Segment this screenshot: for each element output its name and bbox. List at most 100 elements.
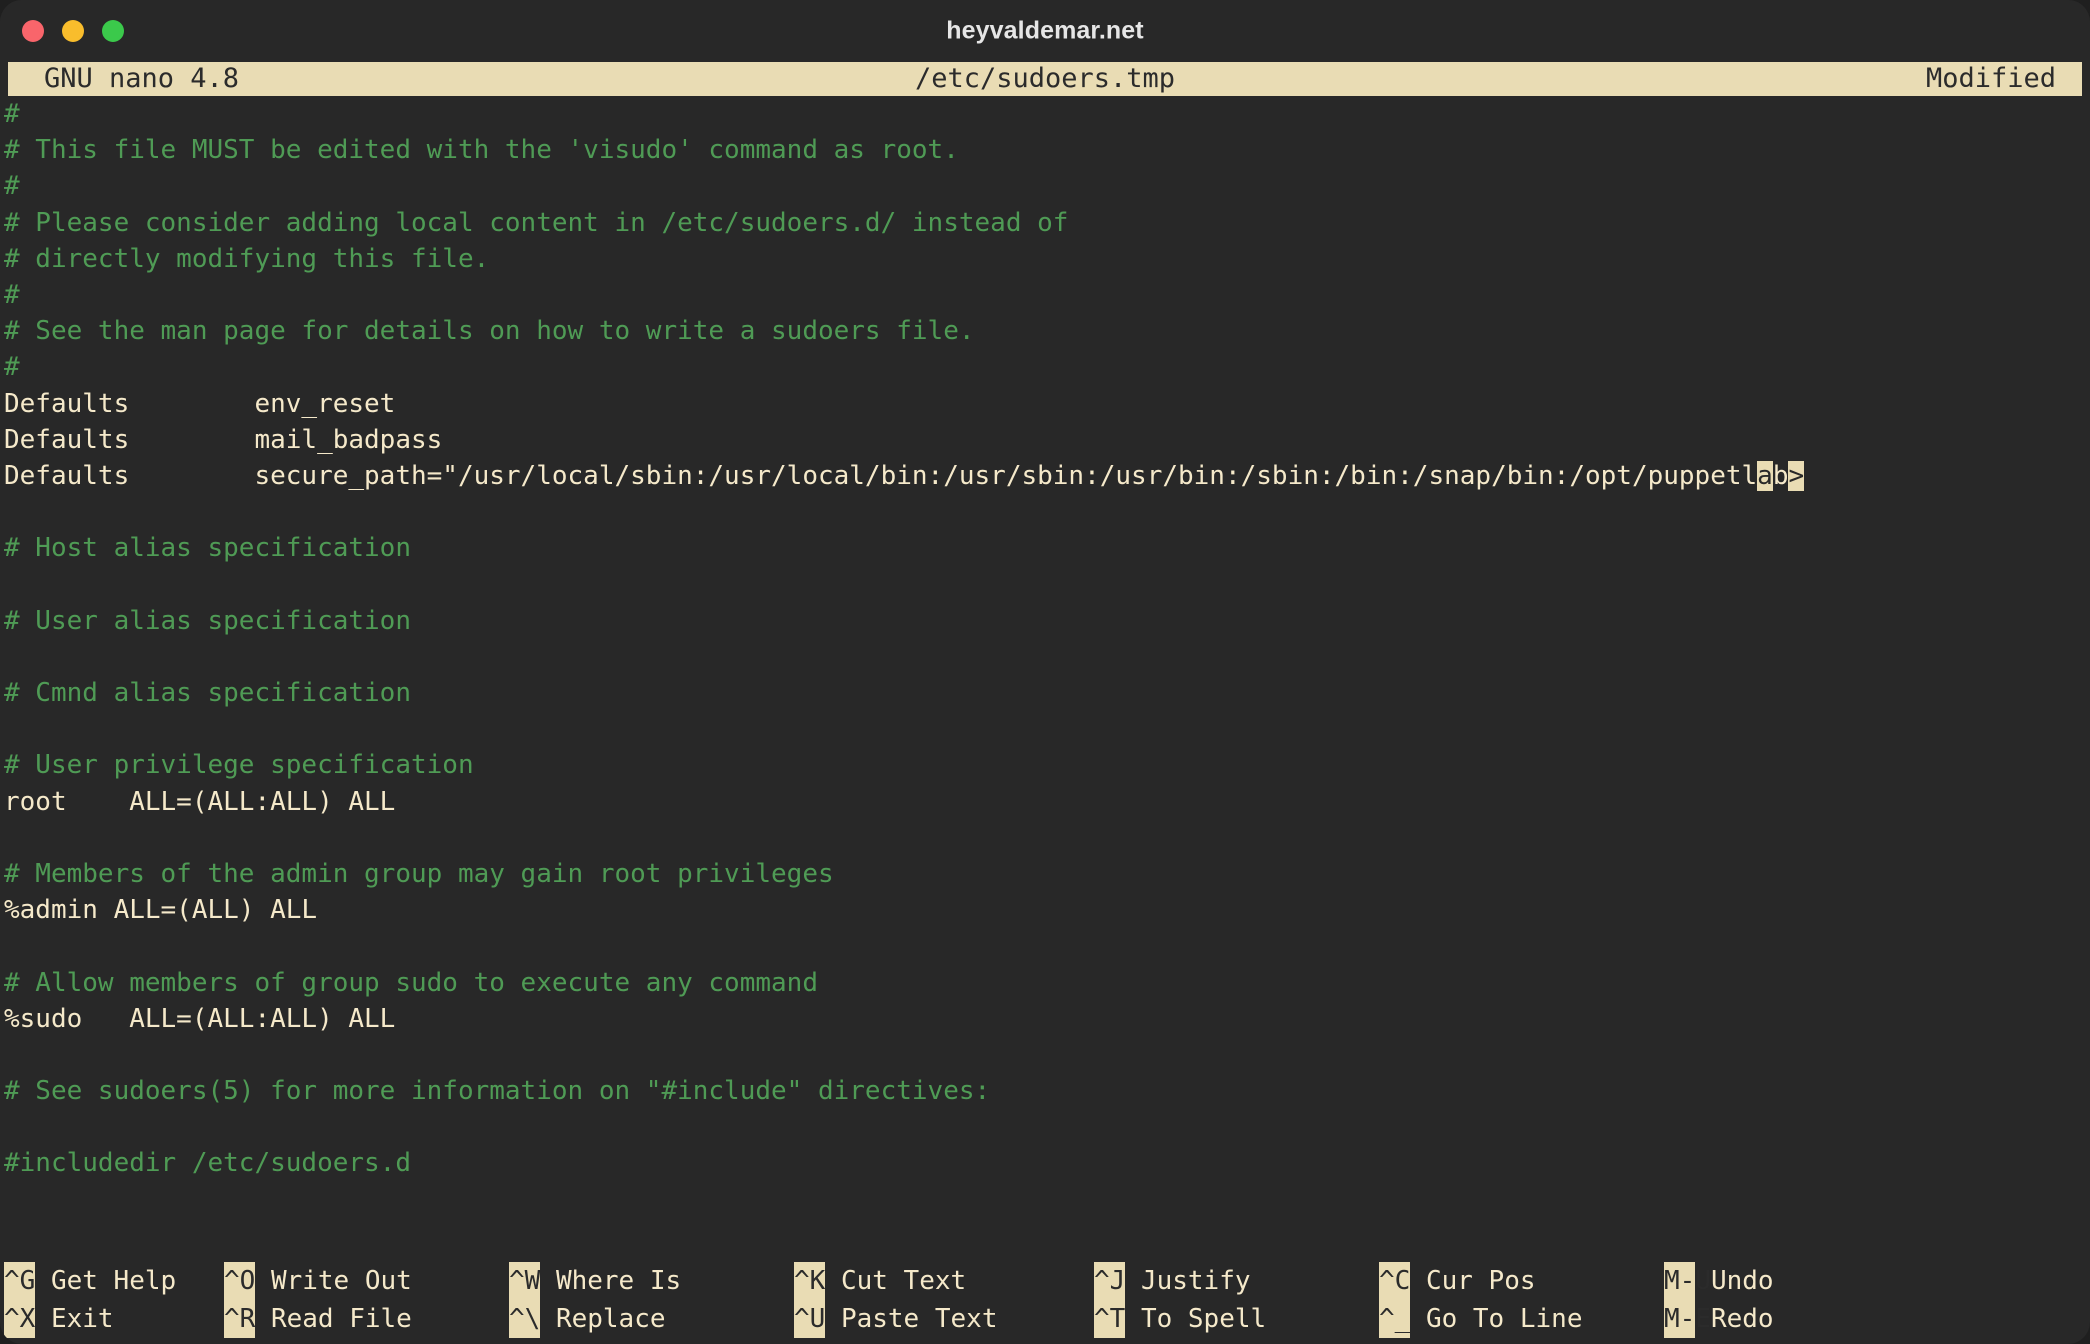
line-text-after-cursor: b xyxy=(1772,460,1789,491)
shortcut-label: Write Out xyxy=(270,1266,412,1296)
line-continuation-marker: > xyxy=(1788,460,1805,491)
shortcut-key: ^G xyxy=(4,1262,35,1300)
shortcut-key: M-U xyxy=(1664,1262,1711,1300)
editor-config-line: root ALL=(ALL:ALL) ALL xyxy=(0,784,2090,820)
editor-comment-line: # User alias specification xyxy=(0,603,2090,639)
line-text: %admin ALL=(ALL) ALL xyxy=(4,895,318,926)
line-text: Defaults env_reset xyxy=(4,388,396,419)
shortcut-item[interactable]: ^W Where Is xyxy=(509,1262,794,1300)
shortcut-label: Replace xyxy=(555,1304,666,1334)
line-text: # xyxy=(4,171,20,202)
editor-comment-line: # This file MUST be edited with the 'vis… xyxy=(0,132,2090,168)
editor-blank-line xyxy=(0,1109,2090,1145)
line-text: # Host alias specification xyxy=(4,533,411,564)
shortcut-key: ^W xyxy=(509,1262,540,1300)
editor-comment-line: #includedir /etc/sudoers.d xyxy=(0,1145,2090,1181)
editor-comment-line: # Allow members of group sudo to execute… xyxy=(0,965,2090,1001)
line-text: Defaults secure_path="/usr/local/sbin:/u… xyxy=(4,460,1758,491)
shortcut-key: ^U xyxy=(794,1300,825,1338)
window-title: heyvaldemar.net xyxy=(946,16,1144,45)
shortcut-key: M-E xyxy=(1664,1300,1711,1338)
editor-config-line: %sudo ALL=(ALL:ALL) ALL xyxy=(0,1001,2090,1037)
shortcut-key: ^R xyxy=(224,1300,255,1338)
editor-config-line: Defaults mail_badpass xyxy=(0,422,2090,458)
editor-comment-line: # Members of the admin group may gain ro… xyxy=(0,856,2090,892)
shortcut-item[interactable]: ^J Justify xyxy=(1094,1262,1379,1300)
shortcut-label: Cut Text xyxy=(840,1266,967,1296)
line-text: %sudo ALL=(ALL:ALL) ALL xyxy=(4,1003,396,1034)
shortcut-item[interactable]: M-E Redo xyxy=(1664,1300,1924,1338)
shortcut-label: Go To Line xyxy=(1425,1304,1583,1334)
shortcut-label: Cur Pos xyxy=(1425,1266,1536,1296)
nano-shortcut-bar: ^G Get Help ^X Exit ^O Write Out ^R Read File ^W… xyxy=(0,1258,2090,1344)
editor-text-area[interactable]: # # This file MUST be edited with the 'vi… xyxy=(0,96,2090,1256)
editor-blank-line xyxy=(0,1037,2090,1073)
editor-comment-line: # User privilege specification xyxy=(0,747,2090,783)
text-cursor: a xyxy=(1757,460,1773,491)
editor-comment-line: # See sudoers(5) for more information on… xyxy=(0,1073,2090,1109)
editor-comment-line: # directly modifying this file. xyxy=(0,241,2090,277)
shortcut-column: ^K Cut Text ^U Paste Text xyxy=(794,1258,1094,1344)
shortcut-column: ^G Get Help ^X Exit xyxy=(4,1258,224,1344)
shortcut-item[interactable]: ^C Cur Pos xyxy=(1379,1262,1664,1300)
editor-comment-line: # xyxy=(0,168,2090,204)
line-text: # See the man page for details on how to… xyxy=(4,316,975,347)
line-text: #includedir /etc/sudoers.d xyxy=(4,1148,411,1179)
shortcut-label: Undo xyxy=(1710,1266,1774,1296)
editor-comment-line: # See the man page for details on how to… xyxy=(0,313,2090,349)
line-text: # xyxy=(4,279,20,310)
window-titlebar: heyvaldemar.net xyxy=(0,0,2090,62)
line-text: # xyxy=(4,99,20,129)
shortcut-label: Get Help xyxy=(50,1266,177,1296)
shortcut-label: Justify xyxy=(1140,1266,1251,1296)
editor-comment-line: # xyxy=(0,277,2090,313)
shortcut-label: Paste Text xyxy=(840,1304,998,1334)
shortcut-label: Read File xyxy=(270,1304,412,1334)
editor-blank-line xyxy=(0,711,2090,747)
editor-config-line: Defaults env_reset xyxy=(0,386,2090,422)
line-text: # User privilege specification xyxy=(4,750,474,781)
nano-header-bar: GNU nano 4.8 /etc/sudoers.tmp Modified xyxy=(8,62,2082,96)
shortcut-item[interactable]: ^G Get Help xyxy=(4,1262,224,1300)
shortcut-key: ^J xyxy=(1094,1262,1125,1300)
editor-comment-line: # xyxy=(0,96,2090,132)
line-text: # directly modifying this file. xyxy=(4,243,490,274)
shortcut-label: To Spell xyxy=(1140,1304,1267,1334)
editor-blank-line xyxy=(0,639,2090,675)
line-text: # Cmnd alias specification xyxy=(4,678,411,708)
shortcut-label: Exit xyxy=(50,1304,114,1334)
shortcut-item[interactable]: ^O Write Out xyxy=(224,1262,509,1300)
nano-filename-label: /etc/sudoers.tmp xyxy=(914,63,1176,94)
shortcut-item[interactable]: ^_ Go To Line xyxy=(1379,1300,1664,1338)
shortcut-item[interactable]: ^X Exit xyxy=(4,1300,224,1338)
shortcut-item[interactable]: ^R Read File xyxy=(224,1300,509,1338)
editor-comment-line: # Cmnd alias specification xyxy=(0,675,2090,711)
shortcut-label: Where Is xyxy=(555,1266,682,1296)
shortcut-key: ^X xyxy=(4,1300,35,1338)
shortcut-column: ^O Write Out ^R Read File xyxy=(224,1258,509,1344)
editor-config-line: %admin ALL=(ALL) ALL xyxy=(0,892,2090,928)
editor-blank-line xyxy=(0,820,2090,856)
shortcut-item[interactable]: M-U Undo xyxy=(1664,1262,1924,1300)
line-text: root ALL=(ALL:ALL) ALL xyxy=(4,786,396,817)
editor-blank-line xyxy=(0,566,2090,602)
shortcut-column: ^J Justify ^T To Spell xyxy=(1094,1258,1379,1344)
editor-config-line-with-cursor: Defaults secure_path="/usr/local/sbin:/u… xyxy=(0,458,2090,494)
shortcut-key: ^_ xyxy=(1379,1300,1410,1338)
line-text: # Please consider adding local content i… xyxy=(4,207,1069,238)
editor-comment-line: # Host alias specification xyxy=(0,530,2090,566)
line-text: # User alias specification xyxy=(4,605,411,636)
nano-modified-badge: Modified xyxy=(1925,63,2056,94)
shortcut-item[interactable]: ^T To Spell xyxy=(1094,1300,1379,1338)
shortcut-label: Redo xyxy=(1710,1304,1774,1334)
line-text: # This file MUST be edited with the 'vis… xyxy=(4,135,959,166)
shortcut-item[interactable]: ^U Paste Text xyxy=(794,1300,1094,1338)
shortcut-item[interactable]: ^\ Replace xyxy=(509,1300,794,1338)
line-text: Defaults mail_badpass xyxy=(4,424,443,455)
editor-blank-line xyxy=(0,494,2090,530)
line-text: # Allow members of group sudo to execute… xyxy=(4,967,818,998)
shortcut-key: ^\ xyxy=(509,1300,540,1338)
editor-comment-line: # Please consider adding local content i… xyxy=(0,205,2090,241)
shortcut-item[interactable]: ^K Cut Text xyxy=(794,1262,1094,1300)
terminal-window: heyvaldemar.net GNU nano 4.8 /etc/sudoer… xyxy=(0,0,2090,1344)
